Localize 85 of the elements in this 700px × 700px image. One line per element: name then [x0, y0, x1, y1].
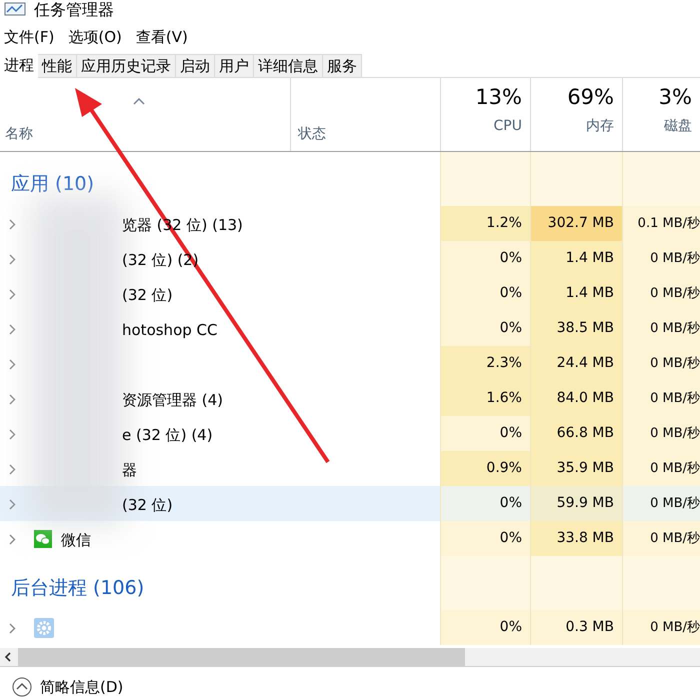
process-name: 器: [122, 460, 137, 481]
cpu-cell: 0%: [440, 486, 530, 521]
disk-cell: 0.1 MB/秒: [622, 206, 700, 241]
expand-chevron-icon[interactable]: [9, 464, 16, 475]
process-name: (32 位): [122, 285, 173, 306]
disk-cell: 0 MB/秒: [622, 451, 700, 486]
disk-cell: 0 MB/秒: [622, 276, 700, 311]
cpu-cell: 0%: [440, 276, 530, 311]
cpu-cell: 0%: [440, 521, 530, 556]
memory-cell: 24.4 MB: [530, 346, 622, 381]
disk-cell: 0 MB/秒: [622, 346, 700, 381]
window-title: 任务管理器: [34, 0, 114, 21]
disk-cell: 0 MB/秒: [622, 610, 700, 645]
tab[interactable]: 服务: [322, 54, 362, 78]
tab[interactable]: 启动: [175, 54, 215, 78]
menu-item[interactable]: 选项(O): [68, 26, 122, 48]
scroll-left-icon[interactable]: [4, 652, 12, 662]
disk-cell: 0 MB/秒: [622, 486, 700, 521]
memory-cell: 33.8 MB: [530, 521, 622, 556]
expand-chevron-icon[interactable]: [9, 289, 16, 300]
disk-cell: 0 MB/秒: [622, 241, 700, 276]
process-name: hotoshop CC: [122, 320, 218, 341]
monitor-icon: [4, 2, 26, 18]
memory-cell: 66.8 MB: [530, 416, 622, 451]
column-header[interactable]: 名称: [5, 124, 33, 145]
disk-cell: 0 MB/秒: [622, 521, 700, 556]
memory-cell: 59.9 MB: [530, 486, 622, 521]
process-row[interactable]: e (32 位) (4) 0% 66.8 MB 0 MB/秒: [0, 416, 700, 451]
cpu-cell: 0.9%: [440, 451, 530, 486]
cpu-cell: 0%: [440, 241, 530, 276]
disk-cell: 0 MB/秒: [622, 381, 700, 416]
memory-cell: 38.5 MB: [530, 311, 622, 346]
memory-cell: 84.0 MB: [530, 381, 622, 416]
cpu-cell: 2.3%: [440, 346, 530, 381]
menu-item[interactable]: 查看(V): [136, 26, 188, 48]
column-header[interactable]: 状态: [298, 124, 326, 145]
process-row[interactable]: 器 0.9% 35.9 MB 0 MB/秒: [0, 451, 700, 486]
expand-chevron-icon[interactable]: [9, 534, 16, 545]
memory-cell: 1.4 MB: [530, 241, 622, 276]
cpu-cell: 1.2%: [440, 206, 530, 241]
tab[interactable]: 性能: [37, 54, 77, 78]
menu-item[interactable]: 文件(F): [4, 26, 54, 48]
cpu-cell: 0%: [440, 311, 530, 346]
process-row[interactable]: hotoshop CC 0% 38.5 MB 0 MB/秒: [0, 311, 700, 346]
column-header[interactable]: 69% 内存: [530, 78, 622, 151]
process-row[interactable]: (32 位) 0% 1.4 MB 0 MB/秒: [0, 276, 700, 311]
group-heading: 后台进程 (106): [11, 576, 144, 600]
memory-cell: 302.7 MB: [530, 206, 622, 241]
cpu-cell: 0%: [440, 610, 530, 645]
memory-cell: 1.4 MB: [530, 276, 622, 311]
expand-chevron-icon[interactable]: [9, 499, 16, 510]
sort-caret-icon: [133, 98, 145, 105]
expand-chevron-icon[interactable]: [9, 623, 16, 634]
memory-cell: 0.3 MB: [530, 610, 622, 645]
process-row[interactable]: 2.3% 24.4 MB 0 MB/秒: [0, 346, 700, 381]
settings-icon: [34, 618, 54, 638]
expand-chevron-icon[interactable]: [9, 324, 16, 335]
expand-chevron-icon[interactable]: [9, 254, 16, 265]
tab[interactable]: 用户: [214, 54, 254, 78]
cpu-cell: 0%: [440, 416, 530, 451]
disk-cell: 0 MB/秒: [622, 416, 700, 451]
scrollbar-thumb[interactable]: [18, 648, 465, 666]
expand-chevron-icon[interactable]: [9, 359, 16, 370]
chat-bubbles-icon: [34, 530, 52, 548]
process-row[interactable]: 资源管理器 (4) 1.6% 84.0 MB 0 MB/秒: [0, 381, 700, 416]
expand-chevron-icon[interactable]: [9, 219, 16, 230]
expand-chevron-icon[interactable]: [9, 429, 16, 440]
group-heading: 应用 (10): [11, 172, 94, 196]
tab[interactable]: 应用历史记录: [76, 54, 176, 78]
collapse-icon[interactable]: [12, 677, 32, 697]
disk-cell: 0 MB/秒: [622, 311, 700, 346]
column-header[interactable]: 13% CPU: [440, 78, 530, 151]
process-row[interactable]: 微信 0% 33.8 MB 0 MB/秒: [0, 521, 700, 556]
process-name: 资源管理器 (4): [122, 390, 224, 411]
process-name: 微信: [61, 530, 91, 551]
cpu-cell: 1.6%: [440, 381, 530, 416]
memory-cell: 35.9 MB: [530, 451, 622, 486]
fewer-details-button[interactable]: 简略信息(D): [40, 677, 124, 697]
process-name: (32 位): [122, 495, 173, 516]
column-header[interactable]: 3% 磁盘: [622, 78, 700, 151]
tab[interactable]: 详细信息: [253, 54, 323, 78]
tab[interactable]: 进程: [0, 52, 38, 79]
process-name: e (32 位) (4): [122, 425, 213, 446]
process-row[interactable]: 0% 0.3 MB 0 MB/秒: [0, 610, 700, 645]
expand-chevron-icon[interactable]: [9, 394, 16, 405]
